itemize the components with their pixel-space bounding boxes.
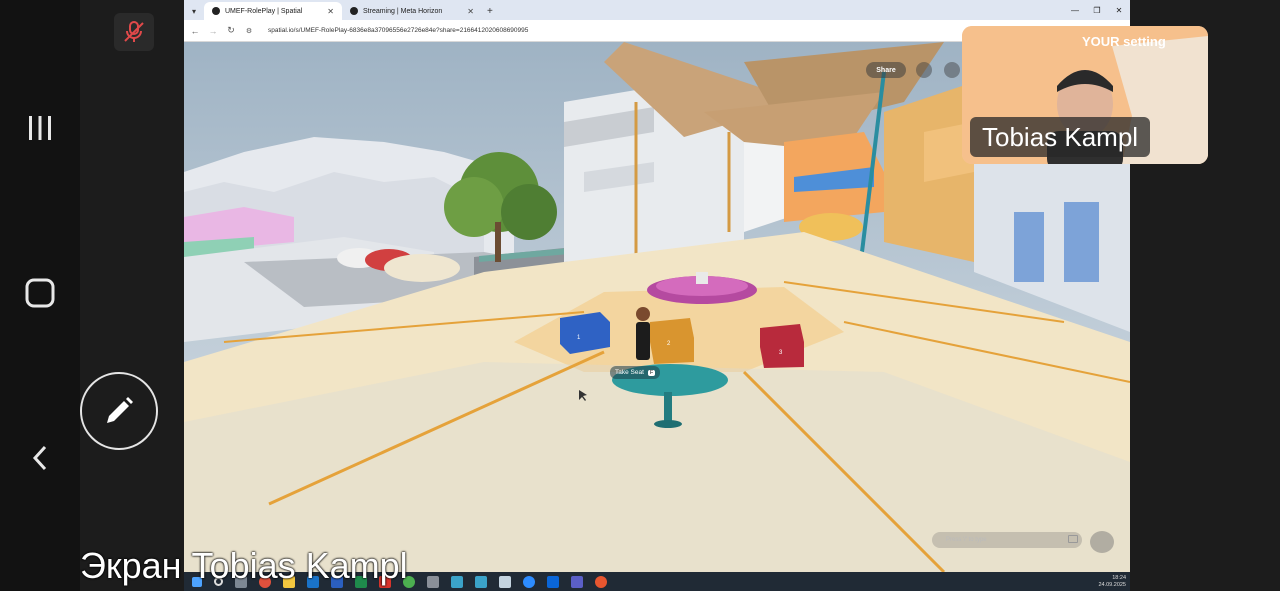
navigation-rail [0, 0, 80, 591]
window-controls: — ❐ ✕ [1064, 0, 1130, 20]
back-nav-icon[interactable]: ← [190, 26, 200, 36]
reload-icon[interactable]: ↻ [226, 25, 236, 36]
recent-apps-icon[interactable] [0, 108, 80, 148]
maximize-icon[interactable]: ❐ [1086, 0, 1108, 20]
clock[interactable]: 18:24 24.09.2025 [1098, 575, 1126, 589]
meeting-window: ▾ UMEF-RolePlay | Spatial ✕ Streaming | … [0, 0, 1280, 591]
box-1[interactable] [560, 312, 610, 354]
emote-icon[interactable] [944, 62, 960, 78]
tab-label: UMEF-RolePlay | Spatial [225, 7, 303, 15]
box-3[interactable] [760, 324, 804, 368]
back-icon[interactable] [0, 440, 80, 476]
minimize-icon[interactable]: — [1064, 0, 1086, 20]
share-button[interactable]: Share [866, 62, 906, 78]
clock-time: 18:24 [1112, 574, 1126, 581]
app-icon[interactable] [595, 575, 607, 588]
collapse-icon[interactable] [1090, 531, 1114, 553]
meta-favicon-icon [350, 7, 358, 15]
forward-nav-icon[interactable]: → [208, 26, 218, 36]
tab-streaming[interactable]: Streaming | Meta Horizon ✕ [342, 2, 482, 20]
url-field[interactable]: spatial.io/s/UMEF-RolePlay-6836e8a370965… [268, 27, 528, 34]
app-icon[interactable] [475, 575, 487, 588]
tab-umef-roleplay[interactable]: UMEF-RolePlay | Spatial ✕ [204, 2, 342, 20]
take-seat-label: Take Seat [615, 369, 644, 376]
box-2[interactable] [650, 318, 694, 364]
app-icon[interactable] [427, 575, 439, 588]
inventory-icon[interactable] [916, 62, 932, 78]
participant-name: Tobias Kampl [970, 117, 1151, 157]
participant-tile[interactable]: YOUR setting Tobias Kampl [962, 26, 1208, 164]
take-seat-prompt[interactable]: Take Seat F [610, 366, 661, 379]
chat-input[interactable]: Press '/' to type [932, 532, 1082, 548]
site-info-icon[interactable]: ⚙ [244, 27, 254, 35]
chat-icon[interactable] [1068, 535, 1078, 543]
close-tab-icon[interactable]: ✕ [327, 7, 334, 16]
tab-label: Streaming | Meta Horizon [363, 7, 443, 15]
tab-search-icon[interactable]: ▾ [184, 2, 204, 20]
screen-share-caption: Экран Tobias Kampl [80, 545, 408, 586]
teams-icon[interactable] [571, 575, 583, 588]
meta-icon[interactable] [547, 575, 559, 588]
app-icon[interactable] [499, 575, 511, 588]
background-text: YOUR setting [1082, 34, 1166, 49]
spatial-favicon-icon [212, 7, 220, 15]
avatar [636, 307, 650, 321]
muted-mic-icon[interactable] [114, 13, 154, 51]
app-icon[interactable] [451, 575, 463, 588]
annotate-button[interactable] [80, 372, 158, 450]
clock-date: 24.09.2025 [1098, 581, 1126, 588]
close-window-icon[interactable]: ✕ [1108, 0, 1130, 20]
take-seat-key: F [647, 369, 656, 376]
zoom-icon[interactable] [523, 575, 535, 588]
browser-tab-bar: ▾ UMEF-RolePlay | Spatial ✕ Streaming | … [184, 0, 1130, 20]
pencil-icon [107, 397, 133, 423]
home-icon[interactable] [0, 273, 80, 313]
close-tab-icon[interactable]: ✕ [467, 7, 474, 16]
new-tab-icon[interactable]: + [482, 2, 498, 20]
